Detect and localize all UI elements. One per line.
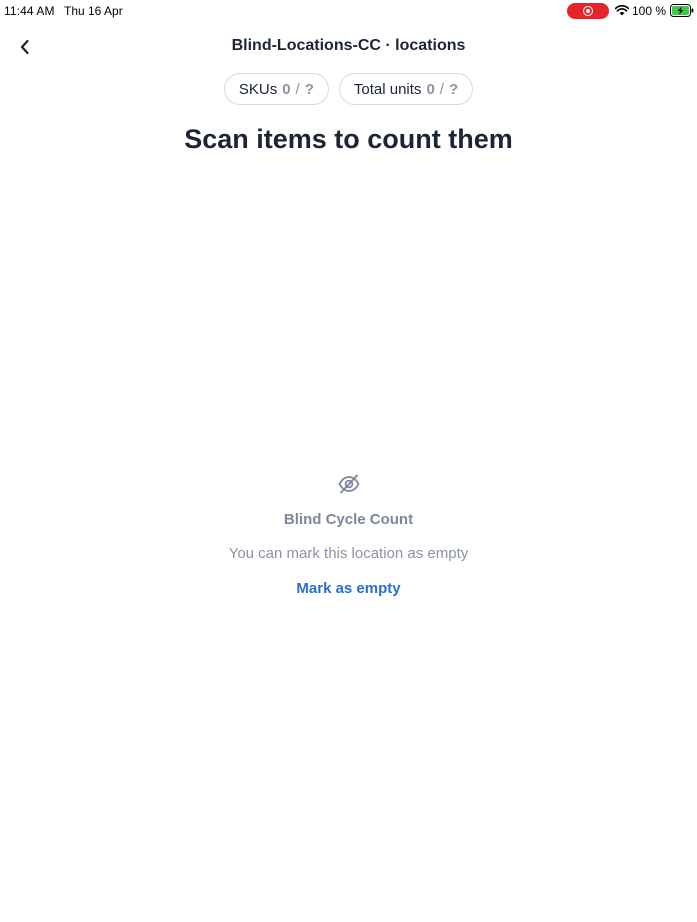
skus-label: SKUs [238,80,278,98]
empty-state-title: Blind Cycle Count [283,511,414,528]
units-label: Total units [353,80,422,98]
empty-state: Blind Cycle Count You can mark this loca… [0,472,697,598]
screen-recording-icon[interactable] [567,3,609,19]
scan-heading: Scan items to count them [184,124,513,154]
status-bar: 11:44 AM Thu 16 Apr 100 % [0,0,697,22]
mark-as-empty-button[interactable]: Mark as empty [296,580,400,597]
skus-expected: ? [304,80,314,98]
skus-separator: / [295,80,300,98]
skus-counted: 0 [282,80,291,98]
units-separator: / [439,80,444,98]
eye-off-icon [338,474,359,494]
units-expected: ? [448,80,459,98]
total-units-chip: Total units 0 / ? [338,73,474,105]
status-time: 11:44 AM [4,4,55,18]
wifi-icon [615,5,629,16]
nav-header: Blind-Locations-CC · locations [0,30,697,64]
status-date: Thu 16 Apr [64,4,123,18]
units-counted: 0 [426,80,435,98]
battery-charging-icon [670,4,694,17]
battery-percent: 100 % [632,4,667,18]
page-title: Blind-Locations-CC · locations [231,37,466,54]
empty-state-description: You can mark this location as empty [228,545,469,562]
skus-count-chip: SKUs 0 / ? [223,73,329,105]
stats-row: SKUs 0 / ? Total units 0 / ? [0,73,697,105]
